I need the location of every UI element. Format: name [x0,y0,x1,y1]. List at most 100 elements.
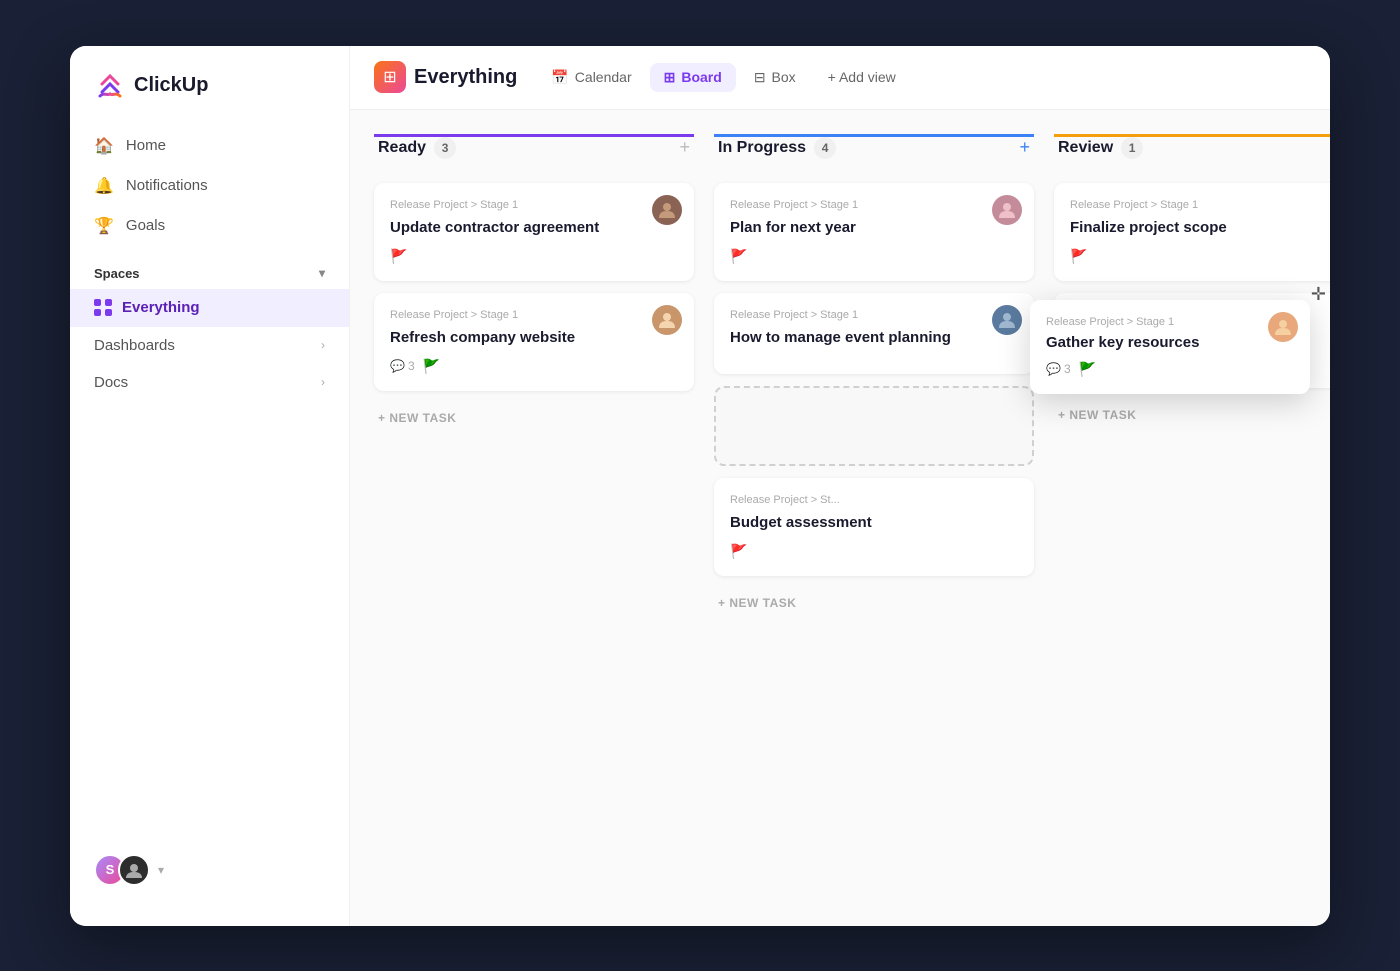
task-meta: Release Project > Stage 1 [390,309,678,321]
dashboards-label: Dashboards [94,337,175,354]
view-icon: ⊞ [374,61,406,93]
app-name: ClickUp [134,74,208,97]
sidebar-footer: S ▾ [70,838,349,902]
task-card[interactable]: Release Project > St... Budget assessmen… [714,478,1034,576]
column-count-in-progress: 4 [814,137,836,159]
task-card[interactable]: Release Project > Stage 1 How to manage … [714,293,1034,374]
bell-icon: 🔔 [94,176,114,196]
board-icon: ⊞ [664,69,676,86]
flag-red-icon: 🚩 [730,248,747,265]
task-footer: 💬 3 🚩 [390,358,678,375]
task-footer: 🚩 [1070,248,1330,265]
task-card[interactable]: Release Project > Stage 1 Finalize proje… [1054,183,1330,281]
view-tabs: 📅 Calendar ⊞ Board ⊟ Box + Add view [537,63,909,92]
move-cursor-icon: ✛ [1311,284,1326,305]
task-card[interactable]: Release Project > Stage 1 Plan for next … [714,183,1034,281]
task-title: How to manage event planning [730,327,1018,348]
floating-card-footer: 💬 3 🚩 [1046,361,1294,378]
trophy-icon: 🏆 [94,216,114,236]
column-ready: Ready 3 + Release Project > Stage 1 Upda… [374,134,694,902]
column-in-progress: In Progress 4 + Release Project > Stage … [714,134,1034,902]
main-content: ⊞ Everything 📅 Calendar ⊞ Board ⊟ Box + … [350,46,1330,926]
sidebar: ClickUp 🏠 Home 🔔 Notifications 🏆 Goals S… [70,46,350,926]
sidebar-label-home: Home [126,137,166,154]
task-card[interactable]: Release Project > Stage 1 Update contrac… [374,183,694,281]
flag-orange-icon: 🚩 [390,248,407,265]
new-task-button-review[interactable]: + NEW TASK [1054,400,1330,430]
column-header-in-progress: In Progress 4 + [714,134,1034,171]
box-icon: ⊟ [754,69,766,86]
flag-red-icon: 🚩 [1070,248,1087,265]
floating-comment-count: 💬 3 [1046,362,1071,376]
tab-box[interactable]: ⊟ Box [740,63,810,92]
floating-card-meta: Release Project > Stage 1 [1046,316,1294,328]
task-meta: Release Project > Stage 1 [730,199,1018,211]
docs-label: Docs [94,374,128,391]
sidebar-label-everything: Everything [122,299,200,316]
task-meta: Release Project > St... [730,494,1018,506]
flag-orange-icon: 🚩 [730,543,747,560]
task-title: Plan for next year [730,217,1018,238]
spaces-section-title: Spaces ▾ [70,246,349,289]
task-meta: Release Project > Stage 1 [1070,199,1330,211]
task-card[interactable]: Release Project > Stage 1 Refresh compan… [374,293,694,391]
task-avatar [992,305,1022,335]
floating-card[interactable]: ✛ Release Project > Stage 1 Gather key r… [1030,300,1310,394]
column-title-review: Review [1058,139,1113,157]
task-footer: 🚩 [730,248,1018,265]
column-header-review: Review 1 + [1054,134,1330,171]
footer-chevron-icon[interactable]: ▾ [158,863,164,877]
board-area: Ready 3 + Release Project > Stage 1 Upda… [350,110,1330,926]
home-icon: 🏠 [94,136,114,156]
task-avatar [992,195,1022,225]
floating-comment-icon: 💬 [1046,362,1061,376]
sidebar-item-everything[interactable]: Everything [70,289,349,327]
task-footer: 🚩 [390,248,678,265]
flag-green-icon: 🚩 [423,358,440,375]
top-bar: ⊞ Everything 📅 Calendar ⊞ Board ⊟ Box + … [350,46,1330,110]
spaces-chevron-icon[interactable]: ▾ [319,266,325,280]
avatar-dark [118,854,150,886]
task-title: Budget assessment [730,512,1018,533]
new-task-button-in-progress[interactable]: + NEW TASK [714,588,1034,618]
calendar-icon: 📅 [551,69,568,86]
sidebar-item-docs[interactable]: Docs › [70,364,349,401]
sidebar-item-dashboards[interactable]: Dashboards › [70,327,349,364]
sidebar-item-notifications[interactable]: 🔔 Notifications [70,166,349,206]
sidebar-label-notifications: Notifications [126,177,208,194]
task-title: Update contractor agreement [390,217,678,238]
comment-count: 💬 3 [390,359,415,373]
floating-card-avatar [1268,312,1298,342]
logo-icon [94,70,126,102]
floating-flag-icon: 🚩 [1079,361,1096,378]
column-add-in-progress[interactable]: + [1019,137,1030,158]
sidebar-item-goals[interactable]: 🏆 Goals [70,206,349,246]
tab-board[interactable]: ⊞ Board [650,63,736,92]
column-add-ready[interactable]: + [679,137,690,158]
column-title-in-progress: In Progress [718,139,806,157]
column-count-review: 1 [1121,137,1143,159]
task-meta: Release Project > Stage 1 [730,309,1018,321]
dashboards-arrow-icon: › [321,338,325,352]
drop-zone [714,386,1034,466]
task-footer: 🚩 [730,543,1018,560]
tab-calendar[interactable]: 📅 Calendar [537,63,645,92]
logo-area: ClickUp [70,70,349,126]
task-avatar [652,305,682,335]
page-title: Everything [414,66,517,89]
column-header-ready: Ready 3 + [374,134,694,171]
floating-card-title: Gather key resources [1046,334,1294,351]
everything-icon [94,299,112,317]
column-count-ready: 3 [434,137,456,159]
task-avatar [652,195,682,225]
task-title: Refresh company website [390,327,678,348]
docs-arrow-icon: › [321,375,325,389]
sidebar-item-home[interactable]: 🏠 Home [70,126,349,166]
task-meta: Release Project > Stage 1 [390,199,678,211]
new-task-button-ready[interactable]: + NEW TASK [374,403,694,433]
comment-icon: 💬 [390,359,405,373]
task-title: Finalize project scope [1070,217,1330,238]
column-review: Review 1 + Release Project > Stage 1 Fin… [1054,134,1330,902]
add-view-button[interactable]: + Add view [814,63,910,91]
column-title-ready: Ready [378,139,426,157]
